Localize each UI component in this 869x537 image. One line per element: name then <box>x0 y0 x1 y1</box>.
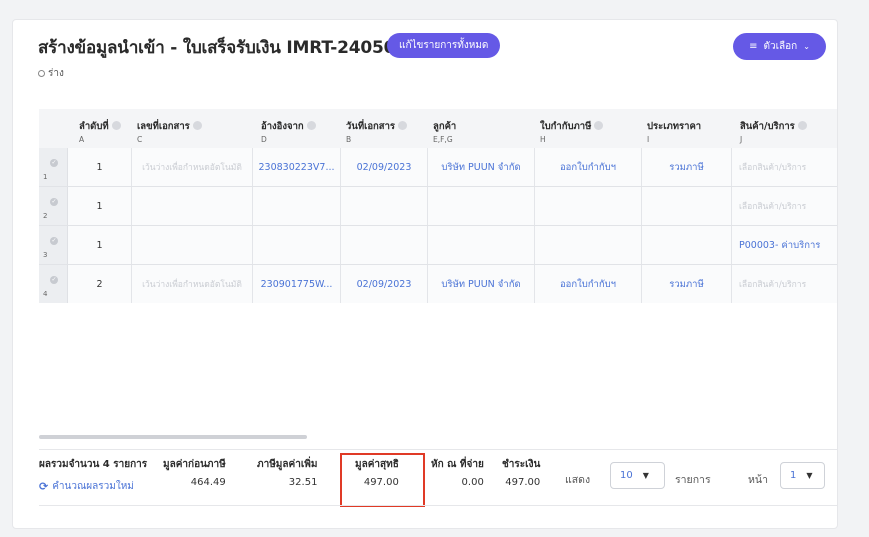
info-icon <box>306 121 316 130</box>
page-select[interactable]: 1 ▼ <box>780 462 825 489</box>
cell-date[interactable]: 02/09/2023 <box>341 265 428 303</box>
options-label: ตัวเลือก <box>763 41 798 52</box>
col-header-product[interactable]: สินค้า/บริการ J <box>740 119 807 144</box>
chevron-down-icon: ⌄ <box>803 42 810 51</box>
chevron-down-icon: ▼ <box>806 471 813 480</box>
cell-doc[interactable] <box>132 226 253 264</box>
cell-date[interactable] <box>341 187 428 225</box>
row-header[interactable]: ✓ 2 <box>39 187 68 225</box>
summary-paid: ชำระเงิน 497.00 <box>502 459 541 488</box>
check-icon: ✓ <box>50 237 58 245</box>
check-icon: ✓ <box>50 276 58 284</box>
info-icon <box>192 121 202 130</box>
import-card: สร้างข้อมูลนำเข้า - ใบเสร็จรับเงิน IMRT-… <box>12 19 838 529</box>
cell-product[interactable]: P00003- ค่าบริการ <box>732 226 837 264</box>
info-icon <box>111 121 121 130</box>
col-header-ref[interactable]: อ้างอิงจาก D <box>261 119 316 144</box>
menu-icon: ≡ <box>749 41 758 52</box>
status-badge: ร่าง <box>38 66 64 81</box>
row-header[interactable]: ✓ 3 <box>39 226 68 264</box>
page-size-select[interactable]: 10 ▼ <box>610 462 665 489</box>
cell-doc[interactable]: เว้นว่างเพื่อกำหนดอัตโนมัติ <box>132 265 253 303</box>
status-ring-icon <box>38 70 45 77</box>
info-icon <box>594 121 604 130</box>
cell-customer[interactable] <box>428 226 535 264</box>
page-size-value: 10 <box>620 470 633 481</box>
table-row[interactable]: ✓ 4 2 เว้นว่างเพื่อกำหนดอัตโนมัติ 2309017… <box>39 265 837 303</box>
col-header-price[interactable]: ประเภทราคา I <box>647 119 701 144</box>
cell-date[interactable]: 02/09/2023 <box>341 148 428 186</box>
net-value-highlight <box>340 453 425 507</box>
cell-seq[interactable]: 1 <box>68 226 132 264</box>
cell-price[interactable] <box>642 187 732 225</box>
table-row[interactable]: ✓ 2 1 เลือกสินค้า/บริการ <box>39 187 837 226</box>
col-header-date[interactable]: วันที่เอกสาร B <box>346 119 408 144</box>
summary-total: ผลรวมจำนวน 4 รายการ <box>39 459 148 470</box>
options-button[interactable]: ≡ ตัวเลือก ⌄ <box>733 33 826 60</box>
cell-ref[interactable]: 230830223V7... <box>253 148 341 186</box>
recalculate-label: คำนวณผลรวมใหม่ <box>52 481 134 492</box>
show-label: แสดง <box>565 474 591 486</box>
status-label: ร่าง <box>48 68 64 79</box>
cell-ref[interactable]: 230901775W... <box>253 265 341 303</box>
col-header-seq[interactable]: ลำดับที่ A <box>79 119 121 144</box>
cell-price[interactable]: รวมภาษี <box>642 148 732 186</box>
page-title: สร้างข้อมูลนำเข้า - ใบเสร็จรับเงิน IMRT-… <box>38 38 419 58</box>
page-value: 1 <box>790 470 797 481</box>
cell-ref[interactable] <box>253 226 341 264</box>
info-icon <box>398 121 408 130</box>
summary-withholding: หัก ณ ที่จ่าย 0.00 <box>431 459 484 488</box>
refresh-icon: ⟳ <box>39 480 49 493</box>
horizontal-scrollbar[interactable] <box>39 435 307 439</box>
cell-seq[interactable]: 1 <box>68 148 132 186</box>
cell-customer[interactable] <box>428 187 535 225</box>
cell-doc[interactable] <box>132 187 253 225</box>
chevron-down-icon: ▼ <box>642 471 649 480</box>
row-header[interactable]: ✓ 4 <box>39 265 68 303</box>
summary-divider <box>39 449 837 450</box>
col-header-doc[interactable]: เลขที่เอกสาร C <box>137 119 202 144</box>
table-row[interactable]: ✓ 1 1 เว้นว่างเพื่อกำหนดอัตโนมัติ 2308302… <box>39 148 837 187</box>
cell-tax[interactable]: ออกใบกำกับฯ <box>535 265 642 303</box>
footer-divider <box>39 505 837 506</box>
cell-tax[interactable] <box>535 226 642 264</box>
table-row[interactable]: ✓ 3 1 P00003- ค่าบริการ <box>39 226 837 265</box>
grid-header: ลำดับที่ A เลขที่เอกสาร C อ้างอิงจาก D วันท… <box>39 109 837 148</box>
cell-price[interactable]: รวมภาษี <box>642 265 732 303</box>
info-icon <box>797 121 807 130</box>
summary-vat: ภาษีมูลค่าเพิ่ม 32.51 <box>257 459 318 488</box>
row-header[interactable]: ✓ 1 <box>39 148 68 186</box>
cell-customer[interactable]: บริษัท PUUN จำกัด <box>428 148 535 186</box>
cell-customer[interactable]: บริษัท PUUN จำกัด <box>428 265 535 303</box>
recalculate-link[interactable]: ⟳ คำนวณผลรวมใหม่ <box>39 479 134 494</box>
check-icon: ✓ <box>50 198 58 206</box>
cell-seq[interactable]: 2 <box>68 265 132 303</box>
cell-seq[interactable]: 1 <box>68 187 132 225</box>
cell-date[interactable] <box>341 226 428 264</box>
summary-pretax: มูลค่าก่อนภาษี 464.49 <box>163 459 226 488</box>
cell-product[interactable]: เลือกสินค้า/บริการ <box>732 265 837 303</box>
cell-tax[interactable]: ออกใบกำกับฯ <box>535 148 642 186</box>
check-icon: ✓ <box>50 159 58 167</box>
items-label: รายการ <box>675 474 711 486</box>
col-header-tax[interactable]: ใบกำกับภาษี H <box>540 119 604 144</box>
page-label: หน้า <box>748 474 768 486</box>
cell-doc[interactable]: เว้นว่างเพื่อกำหนดอัตโนมัติ <box>132 148 253 186</box>
cell-price[interactable] <box>642 226 732 264</box>
edit-all-button[interactable]: แก้ไขรายการทั้งหมด <box>387 33 501 58</box>
cell-ref[interactable] <box>253 187 341 225</box>
col-header-customer[interactable]: ลูกค้า E,F,G <box>433 119 456 144</box>
cell-product[interactable]: เลือกสินค้า/บริการ <box>732 187 837 225</box>
cell-product[interactable]: เลือกสินค้า/บริการ <box>732 148 837 186</box>
cell-tax[interactable] <box>535 187 642 225</box>
import-grid: ลำดับที่ A เลขที่เอกสาร C อ้างอิงจาก D วันท… <box>39 109 837 303</box>
